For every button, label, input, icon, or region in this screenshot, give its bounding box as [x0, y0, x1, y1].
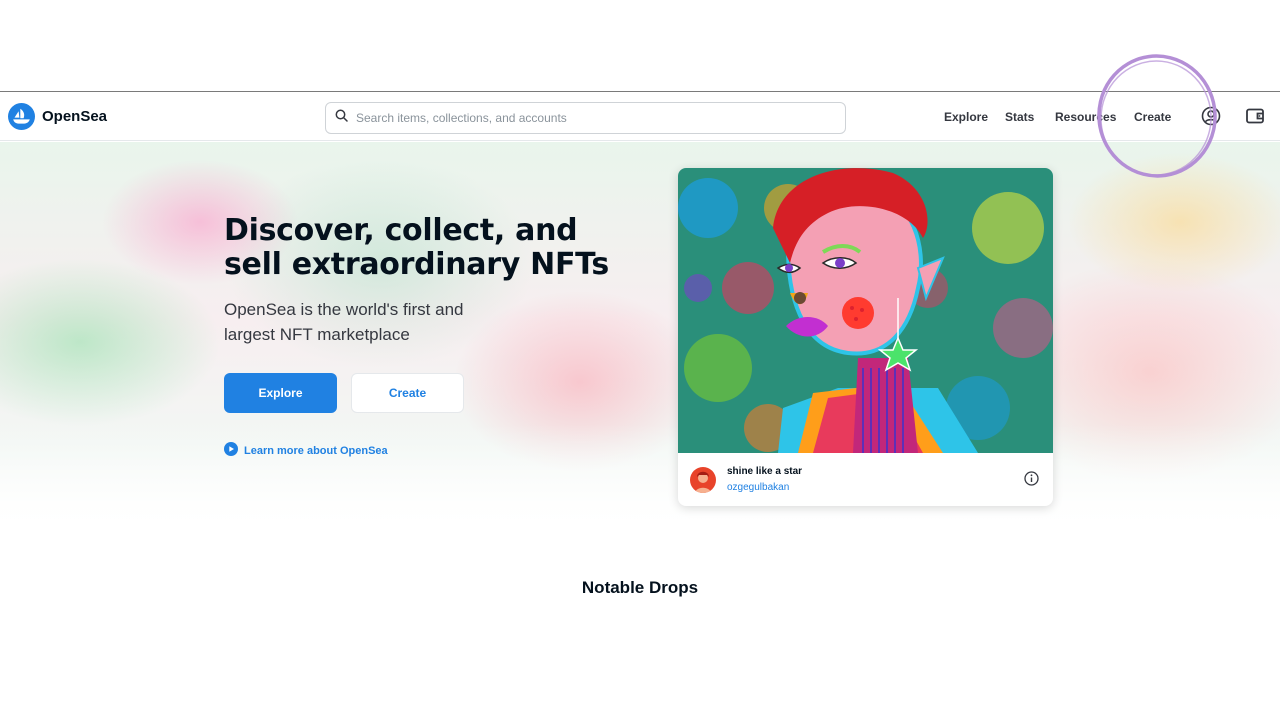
nav-resources[interactable]: Resources: [1055, 110, 1116, 124]
brand-name: OpenSea: [42, 108, 108, 125]
hero-title: Discover, collect, and sell extraordinar…: [224, 213, 609, 282]
nft-title: shine like a star: [727, 466, 803, 477]
learn-more-link[interactable]: Learn more about OpenSea: [224, 442, 388, 459]
featured-nft-card[interactable]: shine like a star ozgegulbakan: [678, 168, 1053, 506]
search-icon: [335, 109, 348, 127]
account-icon[interactable]: [1201, 106, 1221, 131]
featured-artwork[interactable]: [678, 168, 1053, 453]
search-input[interactable]: [356, 111, 826, 125]
hero-section: Discover, collect, and sell extraordinar…: [0, 142, 1280, 534]
blank-top-area: [0, 0, 1280, 92]
play-circle-icon: [224, 442, 238, 459]
nav-explore[interactable]: Explore: [944, 110, 988, 124]
info-icon[interactable]: [1024, 471, 1039, 491]
creator-link[interactable]: ozgegulbakan: [727, 482, 789, 493]
opensea-logo-icon: [8, 103, 35, 130]
top-navbar: OpenSea Explore Stats Resources Create: [0, 93, 1280, 141]
nav-create[interactable]: Create: [1134, 110, 1171, 124]
hero-subtitle: OpenSea is the world's first and largest…: [224, 300, 464, 344]
learn-more-label: Learn more about OpenSea: [244, 444, 388, 457]
wallet-icon[interactable]: [1245, 106, 1265, 131]
nav-stats[interactable]: Stats: [1005, 110, 1034, 124]
hero-fade: [0, 424, 1280, 534]
notable-drops-heading: Notable Drops: [581, 578, 699, 597]
create-button[interactable]: Create: [351, 373, 464, 413]
explore-button[interactable]: Explore: [224, 373, 337, 413]
featured-card-footer: shine like a star ozgegulbakan: [678, 453, 1053, 506]
search-bar[interactable]: [325, 102, 846, 134]
creator-avatar[interactable]: [690, 467, 716, 493]
opensea-logo[interactable]: OpenSea: [8, 103, 107, 130]
